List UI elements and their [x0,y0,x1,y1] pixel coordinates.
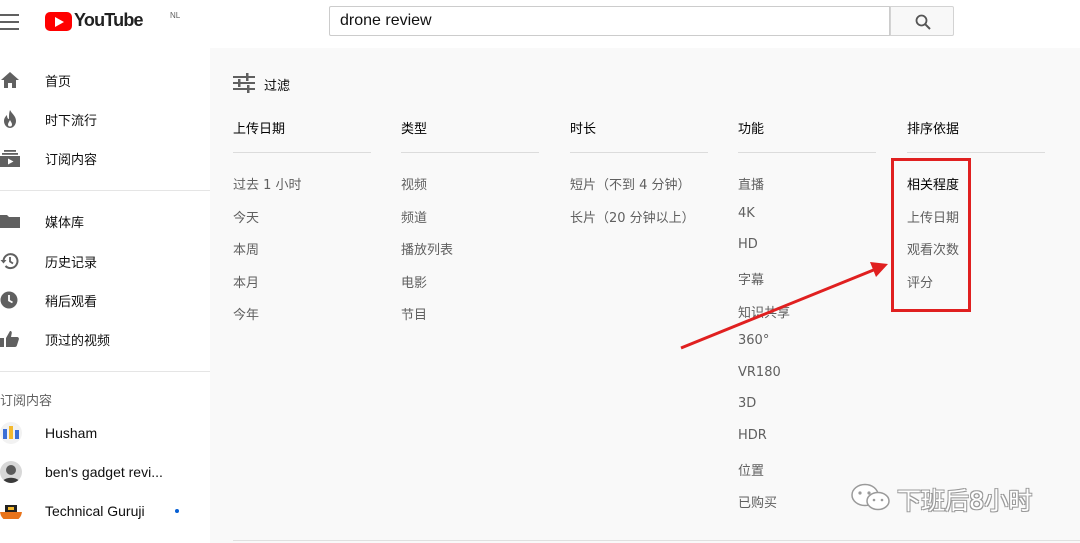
column-title: 类型 [401,122,428,137]
subscription-item-technical-guruji[interactable]: Technical Guruji [0,493,210,529]
filter-option[interactable]: 已购买 [738,492,777,511]
sidebar-item-watch-later[interactable]: 稍后观看 [0,282,200,318]
new-content-indicator [175,509,179,513]
filter-option[interactable]: 直播 [738,174,764,193]
sidebar-item-label: 时下流行 [45,114,98,129]
column-title: 时长 [570,122,597,137]
sidebar-item-liked-videos[interactable]: 顶过的视频 [0,321,200,357]
filter-option[interactable]: 长片（20 分钟以上） [570,207,695,226]
logo-text: YouTube [74,10,144,30]
search-box [329,6,890,36]
filter-option[interactable]: 知识共享 [738,302,790,321]
sidebar-item-label: 媒体库 [45,216,85,231]
subscriptions-heading: 订阅内容 [0,394,53,409]
filter-option[interactable]: 今天 [233,207,259,226]
subscription-item-bens-gadget[interactable]: ben's gadget revi... [0,454,210,490]
filter-option[interactable]: 短片（不到 4 分钟） [570,174,691,193]
filter-option[interactable]: 频道 [401,207,427,226]
hamburger-menu-icon[interactable] [0,14,22,34]
column-divider [401,152,539,153]
sidebar-divider [0,190,210,191]
sidebar-item-history[interactable]: 历史记录 [0,243,200,279]
filter-option[interactable]: 字幕 [738,269,764,288]
history-icon [0,253,19,270]
youtube-play-icon [45,12,72,31]
subscription-name: Husham [45,425,98,441]
filter-option[interactable]: 360° [738,333,769,348]
sidebar-item-home[interactable]: 首页 [0,62,200,98]
subscription-item-husham[interactable]: Husham [0,415,210,451]
sidebar: 首页 时下流行 订阅内容 媒体库 历史记录 稍后观看 顶过的视频 订阅内容 Hu… [0,48,210,543]
filter-option[interactable]: 3D [738,396,756,411]
subscription-name: ben's gadget revi... [45,464,163,480]
liked-videos-icon [0,331,19,347]
filter-option[interactable]: 今年 [233,304,259,323]
panel-bottom-divider [233,540,1080,541]
sidebar-item-label: 首页 [45,75,72,90]
filter-option[interactable]: 节目 [401,304,427,323]
filter-option[interactable]: HDR [738,428,767,443]
column-divider [570,152,708,153]
search-input[interactable] [330,7,889,35]
search-button[interactable] [890,6,954,36]
wechat-icon [851,483,890,511]
column-title: 排序依据 [907,122,960,137]
watermark-text: 下班后8小时 [897,487,1033,515]
column-title: 功能 [738,122,765,137]
filter-title: 过滤 [264,79,291,94]
sidebar-item-library[interactable]: 媒体库 [0,203,200,239]
sidebar-divider [0,371,210,372]
library-icon [0,215,20,228]
sidebar-item-label: 历史记录 [45,256,98,271]
sidebar-item-label: 订阅内容 [45,153,98,168]
tune-icon [233,73,255,93]
column-divider [233,152,371,153]
column-divider [907,152,1045,153]
filter-option[interactable]: 过去 1 小时 [233,174,302,193]
search-icon [915,14,931,30]
sidebar-item-subscriptions[interactable]: 订阅内容 [0,140,200,176]
home-icon [1,72,19,88]
sidebar-item-label: 稍后观看 [45,295,98,310]
sidebar-item-label: 顶过的视频 [45,334,111,349]
filter-option[interactable]: 视频 [401,174,427,193]
column-divider [738,152,876,153]
channel-avatar [0,422,22,444]
filter-option[interactable]: 电影 [401,272,427,291]
wechat-watermark: 下班后8小时 [850,480,1050,516]
top-bar: YouTube NL [0,0,1080,48]
watch-later-icon [0,291,18,309]
subscription-name: Technical Guruji [45,503,145,519]
filter-option[interactable]: HD [738,237,758,252]
filter-option[interactable]: 播放列表 [401,239,453,258]
channel-avatar [0,500,22,522]
filter-option[interactable]: 本月 [233,272,259,291]
youtube-logo[interactable]: YouTube NL [45,10,180,36]
sidebar-item-trending[interactable]: 时下流行 [0,101,200,137]
column-title: 上传日期 [233,122,286,137]
trending-icon [4,110,16,128]
filter-option[interactable]: 4K [738,206,755,221]
channel-avatar [0,461,22,483]
logo-region: NL [170,11,181,20]
filter-option[interactable]: 位置 [738,460,764,479]
subscriptions-icon [0,150,20,167]
filter-option[interactable]: VR180 [738,365,781,380]
annotation-highlight-box [891,158,971,312]
filter-option[interactable]: 本周 [233,239,259,258]
